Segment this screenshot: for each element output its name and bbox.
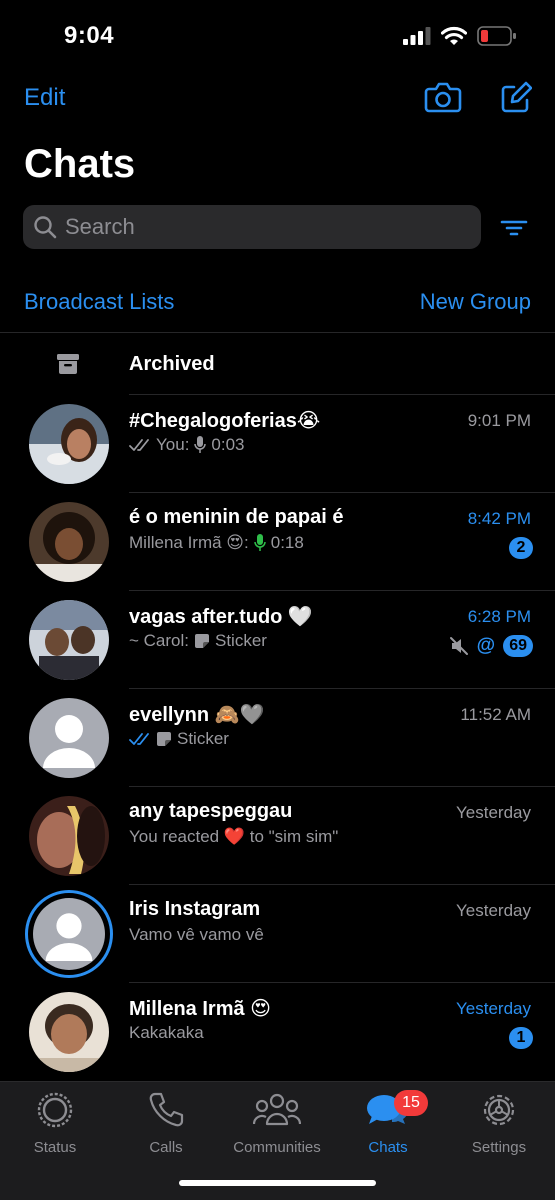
unread-badge: 1: [509, 1027, 533, 1049]
search-bar[interactable]: [23, 205, 481, 249]
default-avatar-icon: [33, 898, 105, 970]
chat-time: 6:28 PM: [467, 607, 531, 626]
chat-row[interactable]: Iris Instagram Vamo vê vamo vê Yesterday: [0, 885, 555, 983]
chat-row[interactable]: é o meninin de papai é Millena Irmã 😍: 0…: [0, 493, 555, 591]
chat-preview: Kakakaka: [129, 1023, 204, 1043]
archived-label: Archived: [129, 353, 215, 375]
chat-preview: ~ Carol: Sticker: [129, 631, 267, 651]
chat-list: #Chegalogoferias😭 You: 0:03 9:01 PM é o …: [0, 395, 555, 1081]
avatar: [29, 502, 109, 582]
chat-preview: You reacted ❤️ to "sim sim": [129, 827, 338, 847]
avatar: [29, 600, 109, 680]
compose-icon[interactable]: [500, 80, 532, 114]
chats-badge: 15: [394, 1090, 428, 1116]
tab-communities[interactable]: Communities: [227, 1090, 327, 1156]
camera-icon[interactable]: [424, 80, 462, 114]
sticker-icon: [195, 634, 209, 648]
filter-icon[interactable]: [499, 214, 529, 242]
unread-badge: 69: [503, 635, 533, 657]
chat-time: Yesterday: [456, 803, 531, 822]
preview-prefix: Millena Irmã 😍:: [129, 533, 249, 552]
chat-name: any tapespeggau: [129, 800, 293, 822]
chat-row[interactable]: vagas after.tudo 🤍 ~ Carol: Sticker 6:28…: [0, 591, 555, 689]
chat-name: #Chegalogoferias😭: [129, 410, 321, 432]
microphone-icon: [254, 534, 266, 551]
preview-prefix: ~ Carol:: [129, 631, 189, 650]
chat-preview: Sticker: [129, 729, 229, 749]
preview-text: 0:18: [270, 533, 304, 552]
chat-time: 11:52 AM: [460, 705, 531, 724]
tab-label: Chats: [368, 1139, 408, 1156]
preview-text: Sticker: [215, 631, 267, 650]
edit-button[interactable]: Edit: [24, 84, 65, 112]
chat-meta: 2: [509, 537, 533, 559]
chat-row[interactable]: Millena Irmã 😍 Kakakaka Yesterday 1: [0, 983, 555, 1081]
tab-settings[interactable]: Settings: [449, 1090, 549, 1156]
microphone-icon: [194, 436, 207, 453]
preview-text: Kakakaka: [129, 1023, 204, 1042]
gear-icon: [483, 1094, 515, 1126]
status-icon: [37, 1092, 73, 1128]
avatar: [29, 404, 109, 484]
page-title: Chats: [24, 142, 136, 186]
battery-icon: [477, 26, 516, 46]
unread-badge: 2: [509, 537, 533, 559]
search-input[interactable]: [65, 214, 465, 240]
communities-icon: [252, 1093, 302, 1126]
archived-row[interactable]: Archived: [0, 333, 555, 395]
preview-text: Vamo vê vamo vê: [129, 925, 264, 944]
avatar: [29, 992, 109, 1072]
status-bar: 9:04: [0, 0, 555, 70]
search-icon: [34, 216, 57, 239]
preview-prefix: You:: [156, 435, 190, 454]
preview-text: Sticker: [177, 729, 229, 748]
chat-time: 9:01 PM: [467, 411, 531, 430]
preview-text: You reacted ❤️ to "sim sim": [129, 827, 339, 846]
sticker-icon: [157, 732, 171, 746]
chat-preview: Vamo vê vamo vê: [129, 925, 264, 945]
muted-icon: [449, 637, 468, 655]
chat-name: é o meninin de papai é: [129, 506, 344, 528]
chat-name: evellynn 🙈🩶: [129, 704, 265, 726]
tab-status[interactable]: Status: [5, 1090, 105, 1156]
chat-preview: Millena Irmã 😍: 0:18: [129, 533, 304, 553]
tab-chats[interactable]: Chats 15: [338, 1090, 438, 1156]
preview-text: 0:03: [211, 435, 245, 454]
status-icons: [403, 26, 517, 46]
double-check-icon: [129, 439, 149, 451]
mention-indicator: @: [476, 635, 496, 656]
tab-label: Calls: [149, 1139, 183, 1156]
archive-icon: [57, 354, 79, 374]
chat-time: 8:42 PM: [467, 509, 531, 528]
new-group-link[interactable]: New Group: [420, 289, 531, 315]
wifi-icon: [441, 26, 467, 45]
chat-name: vagas after.tudo 🤍: [129, 606, 313, 628]
tab-calls[interactable]: Calls: [116, 1090, 216, 1156]
chat-row[interactable]: evellynn 🙈🩶 Sticker 11:52 AM: [0, 689, 555, 787]
chat-time: Yesterday: [456, 901, 531, 920]
tab-label: Settings: [471, 1139, 527, 1156]
home-indicator[interactable]: [179, 1180, 376, 1186]
chat-row[interactable]: #Chegalogoferias😭 You: 0:03 9:01 PM: [0, 395, 555, 493]
chat-name: Millena Irmã 😍: [129, 998, 272, 1020]
chat-meta: @ 69: [449, 635, 533, 657]
tab-label: Status: [33, 1139, 77, 1156]
chat-name: Iris Instagram: [129, 898, 261, 920]
tab-label: Communities: [233, 1139, 321, 1156]
phone-icon: [149, 1092, 184, 1127]
avatar: [29, 796, 109, 876]
signal-icon: [403, 27, 431, 45]
double-check-icon: [129, 733, 149, 745]
chat-preview: You: 0:03: [129, 435, 245, 455]
chat-row[interactable]: any tapespeggau You reacted ❤️ to "sim s…: [0, 787, 555, 885]
chat-meta: 1: [509, 1027, 533, 1049]
chat-time: Yesterday: [456, 999, 531, 1018]
broadcast-lists-link[interactable]: Broadcast Lists: [24, 289, 174, 315]
status-time: 9:04: [64, 22, 115, 49]
default-avatar-icon: [29, 698, 109, 778]
